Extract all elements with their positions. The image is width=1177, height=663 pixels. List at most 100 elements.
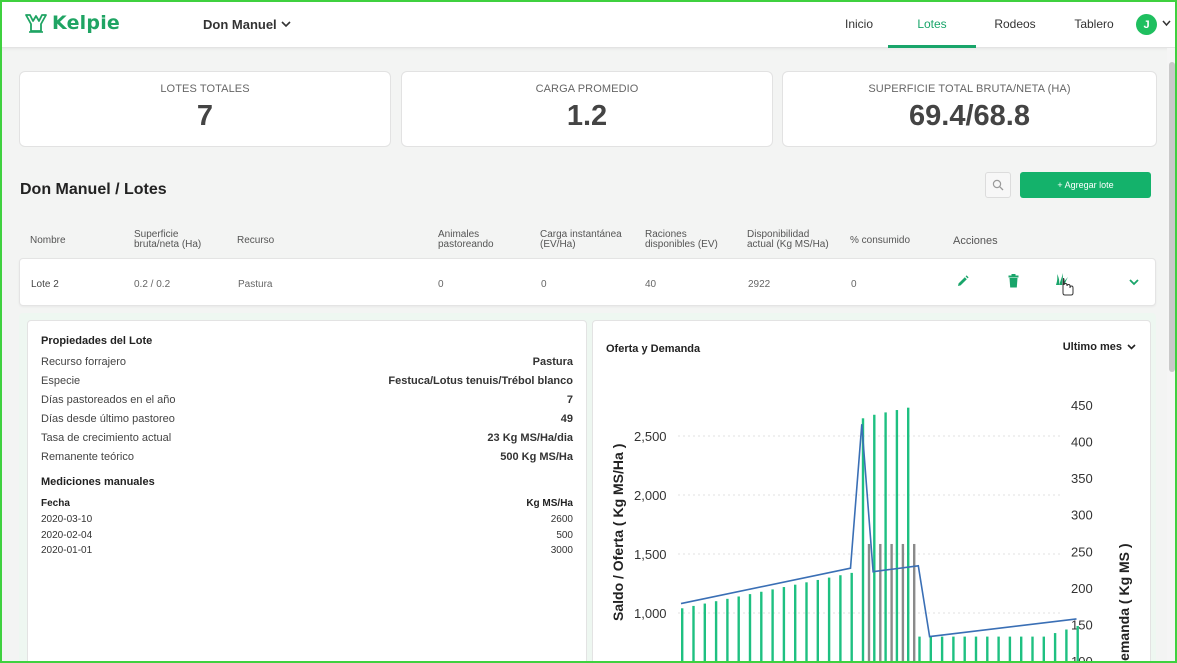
col-header-superficie: Superficie bruta/neta (Ha) <box>134 229 202 250</box>
measurements-header: Fecha Kg MS/Ha <box>41 498 573 509</box>
demanda-bar <box>890 543 893 663</box>
measurements-title: Mediciones manuales <box>41 476 155 488</box>
page-title: Don Manuel / Lotes <box>20 181 167 198</box>
oferta-bar <box>782 587 786 663</box>
oferta-bar <box>963 636 966 663</box>
measurements-col-date: Fecha <box>41 498 70 509</box>
y-left-tick-label: 2,500 <box>634 429 667 444</box>
cell-carga: 0 <box>541 279 547 290</box>
prop-label: Remanente teórico <box>41 451 134 463</box>
avatar[interactable]: J <box>1136 14 1157 35</box>
scrollbar-thumb[interactable] <box>1169 62 1175 372</box>
oferta-bar <box>918 636 921 663</box>
oferta-bar <box>827 577 831 663</box>
oferta-bar <box>726 598 729 663</box>
oferta-bar <box>714 601 718 663</box>
logo[interactable]: Kelpie <box>24 12 120 34</box>
oferta-bar <box>850 572 853 663</box>
stat-value: 69.4/68.8 <box>909 100 1030 132</box>
nav-lotes[interactable]: Lotes <box>888 0 976 48</box>
y-right-tick-label: 450 <box>1071 398 1093 413</box>
y-left-tick-label: 1,000 <box>634 606 667 621</box>
prop-row: Recurso forrajero Pastura <box>41 356 573 368</box>
prop-row: Remanente teórico 500 Kg MS/Ha <box>41 451 573 463</box>
demanda-bar <box>867 543 871 663</box>
oferta-bar <box>794 584 797 663</box>
oferta-bar <box>760 591 763 663</box>
cell-raciones: 40 <box>645 279 657 290</box>
edit-icon[interactable] <box>956 275 969 288</box>
oferta-demanda-chart: 2,5002,0001,5001,00045040035030025020015… <box>610 398 1132 663</box>
col-header-disponibilidad: Disponibilidad actual (Kg MS/Ha) <box>747 229 829 250</box>
prop-value: 7 <box>566 394 573 406</box>
oferta-bar <box>952 636 955 663</box>
table-row[interactable]: Lote 2 0.2 / 0.2 Pastura 0 0 40 2922 0 <box>19 258 1156 306</box>
prop-row: Días pastoreados en el año 7 <box>41 394 573 406</box>
oferta-bar <box>986 636 989 663</box>
prop-row: Especie Festuca/Lotus tenuis/Trébol blanc… <box>41 375 573 387</box>
oferta-bar <box>895 410 899 663</box>
cell-consumido: 0 <box>851 279 857 290</box>
prop-value: 500 Kg MS/Ha <box>500 451 573 463</box>
farm-name: Don Manuel <box>203 17 277 32</box>
oferta-bar <box>737 596 740 663</box>
prop-value: Pastura <box>532 356 573 368</box>
trash-icon[interactable] <box>1008 274 1019 288</box>
prop-value: Festuca/Lotus tenuis/Trébol blanco <box>388 375 573 387</box>
oferta-bar <box>884 412 887 663</box>
y-right-tick-label: 250 <box>1071 544 1093 559</box>
cell-recurso: Pastura <box>238 279 273 290</box>
oferta-bar <box>1020 636 1023 663</box>
measurement-value: 2600 <box>550 514 573 525</box>
demanda-bar <box>913 543 916 663</box>
cell-superficie: 0.2 / 0.2 <box>134 279 171 290</box>
nav-tablero-label: Tablero <box>1074 17 1114 31</box>
oferta-bar <box>929 636 932 663</box>
grass-icon[interactable] <box>1054 273 1076 299</box>
properties-title: Propiedades del Lote <box>41 335 153 347</box>
oferta-bar <box>681 608 684 663</box>
chevron-down-icon <box>281 21 291 28</box>
col-header-animales: Animales pastoreando <box>438 229 494 250</box>
add-lote-button[interactable]: + Agregar lote <box>1020 172 1151 198</box>
oferta-bar <box>940 636 944 663</box>
prop-row: Tasa de crecimiento actual 23 Kg MS/Ha/di… <box>41 432 573 444</box>
farm-selector[interactable]: Don Manuel <box>203 17 291 32</box>
prop-label: Especie <box>41 375 81 387</box>
measurement-row: 2020-01-01 3000 <box>41 545 573 556</box>
demanda-bar <box>879 543 882 663</box>
oferta-bar <box>1031 636 1034 663</box>
main-nav: Inicio Lotes Rodeos Tablero <box>830 0 1134 48</box>
expand-row-chevron-icon[interactable] <box>1129 279 1139 286</box>
search-button[interactable] <box>985 172 1011 198</box>
oferta-bar <box>748 594 752 663</box>
measurement-value: 3000 <box>550 545 573 556</box>
user-menu-chevron-icon[interactable] <box>1162 20 1171 27</box>
nav-inicio-label: Inicio <box>844 17 873 31</box>
page-scrollbar[interactable] <box>1167 48 1177 663</box>
add-lote-label: + Agregar lote <box>1057 180 1114 190</box>
prop-label: Días pastoreados en el año <box>41 394 176 406</box>
stat-card-lotes-totales: LOTES TOTALES 7 <box>19 71 391 147</box>
measurement-date: 2020-03-10 <box>41 514 93 525</box>
oferta-bar <box>1008 636 1012 663</box>
prop-value: 49 <box>560 413 573 425</box>
avatar-initial: J <box>1143 18 1150 31</box>
nav-tablero[interactable]: Tablero <box>1054 0 1134 48</box>
cell-animales: 0 <box>438 279 444 290</box>
nav-rodeos[interactable]: Rodeos <box>976 0 1054 48</box>
oferta-bar <box>839 575 842 663</box>
measurement-row: 2020-03-10 2600 <box>41 514 573 525</box>
nav-inicio[interactable]: Inicio <box>830 0 888 48</box>
measurement-row: 2020-02-04 500 <box>41 530 573 541</box>
top-navbar: Kelpie Don Manuel Inicio Lotes Rodeos Ta… <box>0 0 1177 48</box>
properties-panel: Propiedades del Lote Recurso forrajero Pa… <box>27 320 587 663</box>
measurement-value: 500 <box>556 530 573 541</box>
y-right-tick-label: 300 <box>1071 508 1093 523</box>
oferta-bar <box>816 579 819 663</box>
oferta-bar <box>805 582 808 663</box>
col-header-consumido: % consumido <box>850 235 911 246</box>
nav-lotes-label: Lotes <box>917 17 947 31</box>
prop-label: Días desde último pastoreo <box>41 413 175 425</box>
stat-label: SUPERFICIE TOTAL BRUTA/NETA (HA) <box>868 83 1071 95</box>
